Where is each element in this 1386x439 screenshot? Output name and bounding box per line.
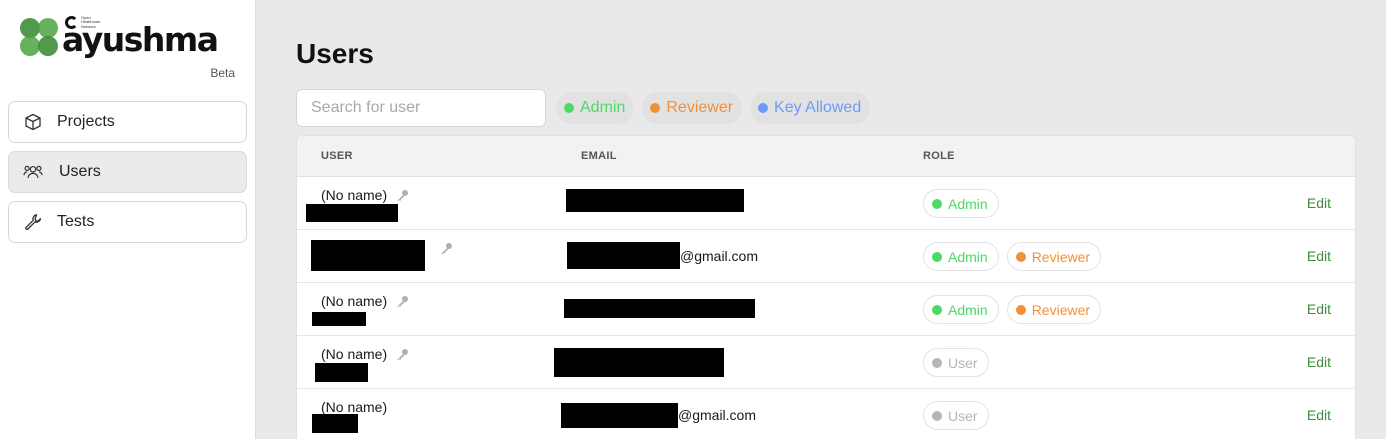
user-name: (No name) (321, 399, 388, 415)
role-badges: Admin Reviewer (923, 242, 1102, 271)
role-badge-admin: Admin (923, 242, 999, 271)
edit-user-link[interactable]: Edit (1307, 407, 1331, 423)
wrench-icon (23, 212, 43, 232)
user-name-cell: (No name) (321, 293, 409, 309)
role-badges: Admin Reviewer (923, 295, 1102, 324)
sidebar-item-users[interactable]: Users (8, 151, 247, 193)
redacted-email (566, 189, 744, 212)
user-name: (No name) (321, 293, 388, 309)
page-title: Users (296, 38, 374, 69)
edit-user-link[interactable]: Edit (1307, 248, 1331, 264)
role-badge-reviewer: Reviewer (1006, 242, 1102, 271)
logo-circles-icon (20, 18, 58, 56)
admin-dot-icon (564, 103, 574, 113)
redacted-username (312, 414, 358, 433)
table-row[interactable]: (No name) User Edit (297, 336, 1355, 389)
key-icon (397, 296, 409, 307)
user-name-cell: (No name) (321, 346, 409, 362)
table-row[interactable]: (No name) Admin Edit (297, 177, 1355, 230)
role-badges: User (923, 348, 989, 377)
edit-user-link[interactable]: Edit (1307, 354, 1331, 370)
email-domain: @gmail.com (678, 407, 757, 423)
redacted-email (561, 403, 678, 428)
ayushma-logo[interactable]: Open Healthcare Network ayushma (18, 14, 238, 82)
search-input[interactable] (296, 89, 546, 127)
edit-user-link[interactable]: Edit (1307, 195, 1331, 211)
sidebar-item-label: Tests (57, 213, 95, 230)
table-row[interactable]: @gmail.com Admin Reviewer Edit (297, 230, 1355, 283)
users-table: USER EMAIL ROLE (No name) Admin Edit @gm… (296, 135, 1356, 439)
redacted-username (315, 363, 368, 382)
role-badge-user: User (923, 348, 989, 377)
redacted-email (567, 242, 680, 269)
role-badge-admin: Admin (923, 295, 999, 324)
column-header-role: ROLE (923, 150, 955, 162)
table-row[interactable]: (No name) @gmail.com User Edit (297, 389, 1355, 439)
sidebar-item-tests[interactable]: Tests (8, 201, 247, 243)
filter-label: Reviewer (666, 99, 734, 116)
role-badge-reviewer: Reviewer (1006, 295, 1102, 324)
edit-user-link[interactable]: Edit (1307, 301, 1331, 317)
key-icon (397, 190, 409, 201)
table-row[interactable]: (No name) Admin Reviewer Edit (297, 283, 1355, 336)
filter-admin[interactable]: Admin (556, 92, 635, 124)
email-domain: @gmail.com (680, 248, 759, 264)
redacted-email (564, 299, 755, 318)
sidebar-item-label: Projects (57, 113, 115, 130)
sidebar-item-label: Users (59, 163, 101, 180)
redacted-email (554, 348, 724, 377)
beta-badge: Beta (210, 66, 235, 80)
sidebar: Open Healthcare Network ayushma Beta Pro… (0, 0, 256, 439)
role-badge-admin: Admin (923, 189, 999, 218)
redacted-username (312, 312, 366, 326)
filter-key-allowed[interactable]: Key Allowed (750, 92, 871, 124)
sidebar-nav: Projects Users Tests (8, 101, 247, 251)
main-content: Users Admin Reviewer Key Allowed USER EM… (256, 0, 1386, 439)
redacted-username (311, 240, 425, 271)
user-name-cell: (No name) (321, 187, 409, 203)
role-badge-user: User (923, 401, 989, 430)
reviewer-dot-icon (650, 103, 661, 113)
column-header-user: USER (321, 150, 353, 162)
users-icon (23, 162, 43, 182)
redacted-username (306, 204, 398, 222)
column-header-email: EMAIL (581, 150, 617, 162)
table-header: USER EMAIL ROLE (297, 136, 1355, 177)
role-badges: User (923, 401, 989, 430)
filter-reviewer[interactable]: Reviewer (642, 92, 743, 124)
filter-label: Key Allowed (774, 99, 862, 116)
role-filter-legend: Admin Reviewer Key Allowed (556, 92, 871, 124)
key-allowed-dot-icon (758, 103, 769, 113)
user-name: (No name) (321, 187, 388, 203)
sidebar-item-projects[interactable]: Projects (8, 101, 247, 143)
key-icon (441, 243, 452, 254)
filter-label: Admin (580, 99, 626, 116)
user-name: (No name) (321, 346, 388, 362)
user-name-cell: (No name) (321, 399, 387, 415)
cube-icon (23, 112, 43, 132)
brand-wordmark: ayushma (62, 20, 219, 59)
role-badges: Admin (923, 189, 999, 218)
key-icon (397, 349, 409, 360)
